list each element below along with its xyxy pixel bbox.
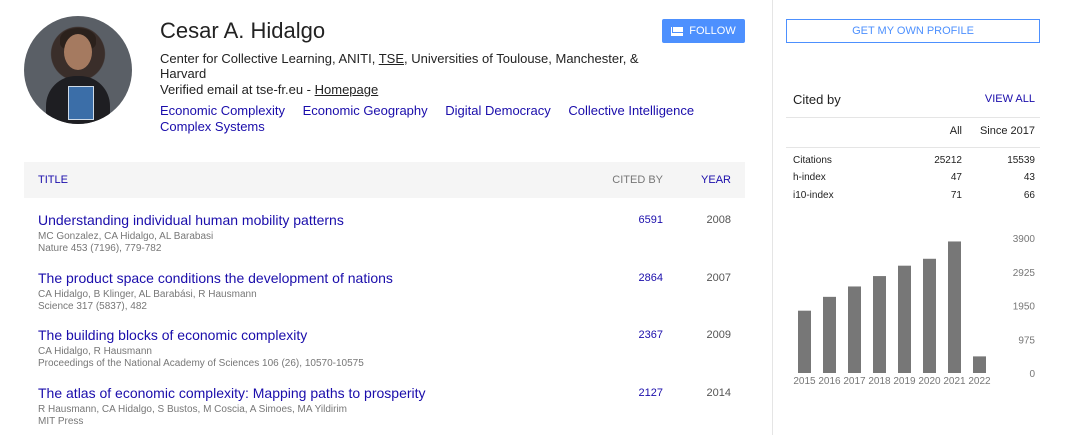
stats-col-all: All xyxy=(949,125,962,137)
article-venue: Science 317 (5837), 482 xyxy=(38,301,147,312)
x-tick-label: 2020 xyxy=(918,376,941,387)
citation-bar[interactable] xyxy=(848,286,861,373)
article-title-link[interactable]: The atlas of economic complexity: Mappin… xyxy=(38,385,426,401)
sort-by-year[interactable]: YEAR xyxy=(701,174,731,186)
research-interests: Economic Complexity Economic Geography D… xyxy=(160,103,720,135)
stats-col-since: Since 2017 xyxy=(979,125,1035,137)
article-venue: Proceedings of the National Academy of S… xyxy=(38,358,364,369)
x-tick-label: 2018 xyxy=(868,376,891,387)
mail-icon xyxy=(671,26,684,36)
affiliation-text-start: Center for Collective Learning, ANITI, xyxy=(160,51,379,66)
article-authors: MC Gonzalez, CA Hidalgo, AL Barabasi xyxy=(38,231,214,242)
table-row: The atlas of economic complexity: Mappin… xyxy=(24,385,745,439)
stat-h-index-all: 47 xyxy=(950,172,962,183)
cited-by-link[interactable]: 6591 xyxy=(639,214,663,226)
interest-link[interactable]: Complex Systems xyxy=(160,119,265,134)
article-authors: CA Hidalgo, R Hausmann xyxy=(38,346,152,357)
x-tick-label: 2017 xyxy=(843,376,866,387)
citation-bar[interactable] xyxy=(948,241,961,373)
stat-citations-since: 15539 xyxy=(1007,155,1035,166)
stat-label-h-index: h-index xyxy=(793,172,826,183)
follow-label: FOLLOW xyxy=(689,25,736,37)
article-title-link[interactable]: The product space conditions the develop… xyxy=(38,270,393,286)
get-my-own-profile-button[interactable]: GET MY OWN PROFILE xyxy=(786,19,1040,43)
x-tick-label: 2021 xyxy=(943,376,966,387)
x-tick-label: 2022 xyxy=(968,376,991,387)
article-title-link[interactable]: Understanding individual human mobility … xyxy=(38,212,344,228)
x-tick-label: 2019 xyxy=(893,376,916,387)
stat-i10-index-since: 66 xyxy=(1023,190,1035,201)
verified-email: Verified email at tse-fr.eu - Homepage xyxy=(160,82,378,97)
photo-book xyxy=(68,86,94,120)
article-authors: CA Hidalgo, B Klinger, AL Barabási, R Ha… xyxy=(38,289,257,300)
citation-bar[interactable] xyxy=(823,296,836,373)
y-tick-label: 0 xyxy=(1029,369,1035,380)
article-authors: R Hausmann, CA Hidalgo, S Bustos, M Cosc… xyxy=(38,404,348,415)
article-venue: MIT Press xyxy=(38,416,84,427)
stat-label-citations: Citations xyxy=(793,155,832,166)
table-row: The building blocks of economic complexi… xyxy=(24,327,745,381)
interest-link[interactable]: Digital Democracy xyxy=(445,103,550,118)
interest-link[interactable]: Economic Complexity xyxy=(160,103,285,118)
article-venue: Nature 453 (7196), 779-782 xyxy=(38,243,162,254)
article-year: 2007 xyxy=(706,272,731,284)
citation-bar[interactable] xyxy=(798,310,811,373)
citation-bar[interactable] xyxy=(923,258,936,373)
email-text: Verified email at tse-fr.eu - xyxy=(160,82,315,97)
sort-by-cited[interactable]: CITED BY xyxy=(612,174,663,186)
articles-table-header: TITLE CITED BY YEAR xyxy=(24,162,745,198)
stat-label-i10-index: i10-index xyxy=(793,190,834,201)
follow-button[interactable]: FOLLOW xyxy=(662,19,745,43)
citation-bar[interactable] xyxy=(898,265,911,373)
article-year: 2008 xyxy=(706,214,731,226)
homepage-link[interactable]: Homepage xyxy=(315,82,379,97)
cited-by-link[interactable]: 2864 xyxy=(639,272,663,284)
table-row: The product space conditions the develop… xyxy=(24,270,745,324)
column-divider xyxy=(772,0,773,435)
cited-by-link[interactable]: 2367 xyxy=(639,329,663,341)
affiliation-tse-link[interactable]: TSE xyxy=(379,51,404,66)
y-tick-label: 975 xyxy=(1018,335,1035,346)
sort-by-title[interactable]: TITLE xyxy=(38,174,68,186)
article-year: 2009 xyxy=(706,329,731,341)
y-tick-label: 2925 xyxy=(1013,268,1036,279)
article-title-link[interactable]: The building blocks of economic complexi… xyxy=(38,327,307,343)
article-year: 2014 xyxy=(706,387,731,399)
divider xyxy=(786,147,1040,148)
cited-by-link[interactable]: 2127 xyxy=(639,387,663,399)
divider xyxy=(786,117,1040,118)
stat-h-index-since: 43 xyxy=(1023,172,1035,183)
cited-by-heading: Cited by xyxy=(793,92,841,107)
table-row: Understanding individual human mobility … xyxy=(24,212,745,266)
interest-link[interactable]: Economic Geography xyxy=(303,103,428,118)
photo-head xyxy=(64,34,92,70)
x-tick-label: 2015 xyxy=(793,376,816,387)
view-all-link[interactable]: VIEW ALL xyxy=(985,93,1035,105)
stat-i10-index-all: 71 xyxy=(950,190,962,201)
x-tick-label: 2016 xyxy=(818,376,841,387)
y-tick-label: 3900 xyxy=(1013,234,1036,245)
profile-photo xyxy=(24,16,132,124)
citations-per-year-chart: 3900 2925 1950 975 0 2015 2016 2017 2018 2019 2020… xyxy=(793,234,1036,387)
citation-bar[interactable] xyxy=(973,356,986,373)
stat-citations-all: 25212 xyxy=(934,155,962,166)
interest-link[interactable]: Collective Intelligence xyxy=(568,103,694,118)
profile-name: Cesar A. Hidalgo xyxy=(160,18,326,43)
citation-bar[interactable] xyxy=(873,276,886,373)
affiliation: Center for Collective Learning, ANITI, T… xyxy=(160,51,640,81)
y-tick-label: 1950 xyxy=(1013,302,1036,313)
